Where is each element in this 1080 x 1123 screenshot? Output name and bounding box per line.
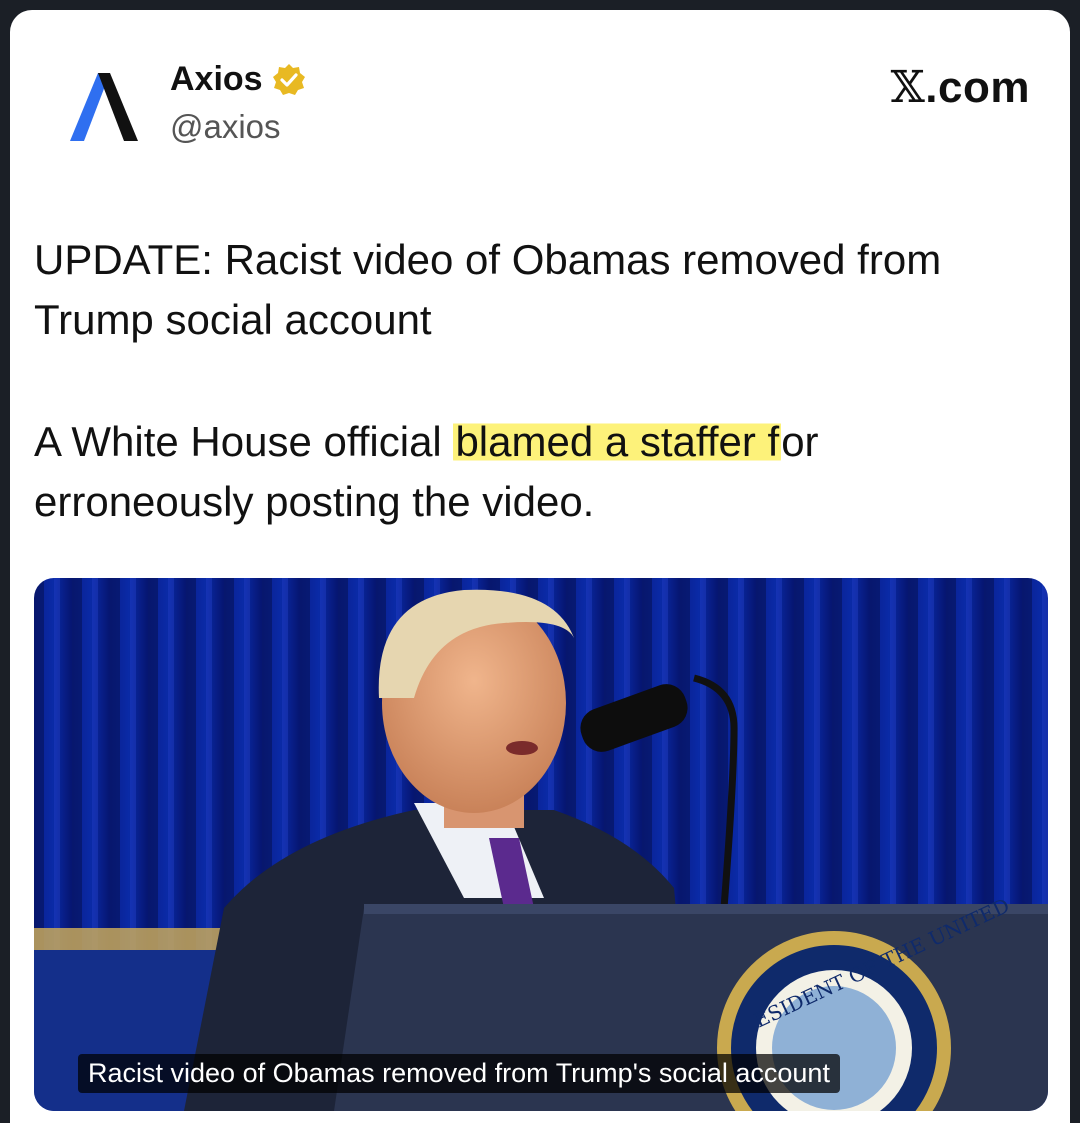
site-label: 𝕏.com <box>891 62 1030 113</box>
verified-badge-icon <box>272 63 305 95</box>
site-suffix: .com <box>925 63 1030 112</box>
account-handle[interactable]: @axios <box>170 108 281 146</box>
x-logo-icon: 𝕏 <box>890 62 926 113</box>
account-name[interactable]: Axios <box>170 60 263 99</box>
media-image[interactable]: ESIDENT OF THE UNITED Racist video of Ob… <box>34 578 1048 1111</box>
highlighted-text: blamed a staffer f <box>453 418 782 465</box>
post-card[interactable]: Axios @axios 𝕏.com UPDATE: Racist video … <box>10 10 1070 1123</box>
speaker-photo: ESIDENT OF THE UNITED <box>34 578 1048 1111</box>
axios-logo-icon[interactable] <box>60 65 144 149</box>
media-caption: Racist video of Obamas removed from Trum… <box>78 1054 840 1093</box>
display-name[interactable]: Axios <box>170 60 307 99</box>
post-body: A White House official blamed a staffer … <box>34 412 1024 532</box>
body-text-start: A White House official <box>34 418 454 465</box>
post-headline: UPDATE: Racist video of Obamas removed f… <box>34 236 942 343</box>
